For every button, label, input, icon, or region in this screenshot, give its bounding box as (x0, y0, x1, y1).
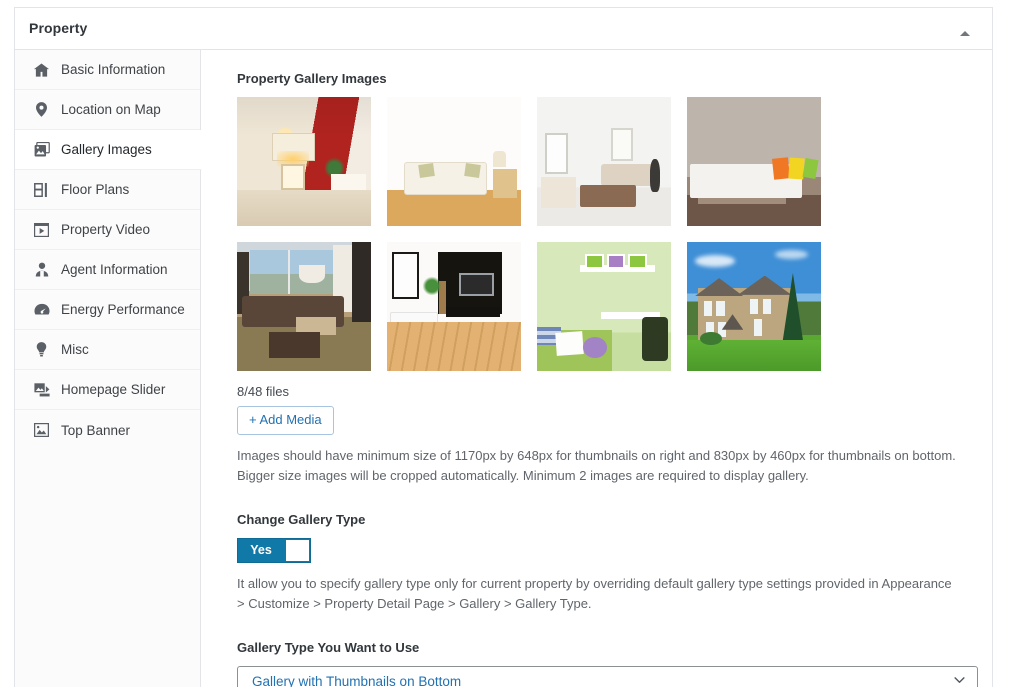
sidebar-item-basic-information[interactable]: Basic Information (15, 50, 200, 90)
gallery-thumbnail[interactable] (687, 242, 821, 371)
thumbnail-image (387, 242, 521, 371)
thumbnail-image (537, 242, 671, 371)
sidebar-item-property-video[interactable]: Property Video (15, 210, 200, 250)
gallery-help-text: Images should have minimum size of 1170p… (237, 447, 956, 483)
sidebar-item-label: Gallery Images (61, 142, 152, 157)
thumbnail-image (687, 97, 821, 226)
gallery-type-select-wrap: Gallery with Thumbnails on Bottom (237, 665, 978, 687)
images-icon (33, 142, 50, 158)
sidebar-item-label: Top Banner (61, 422, 131, 438)
gallery-thumbnail[interactable] (387, 242, 521, 371)
thumbnail-image (387, 97, 521, 226)
thumbnail-image (237, 97, 371, 226)
user-icon (33, 262, 50, 278)
caret-up-icon[interactable] (954, 22, 976, 40)
gallery-type-select[interactable]: Gallery with Thumbnails on Bottom (237, 665, 978, 687)
gallery-images-panel: Property Gallery Images 8/48 files + Add… (202, 50, 992, 687)
add-media-button[interactable]: + Add Media (237, 406, 334, 435)
gallery-thumbnail[interactable] (537, 242, 671, 371)
gallery-images-label: Property Gallery Images (237, 71, 387, 86)
banner-image-icon (33, 422, 50, 438)
sidebar-item-label: Agent Information (61, 262, 168, 277)
sidebar-item-label: Floor Plans (61, 182, 130, 197)
caret-up-glyph (960, 31, 970, 36)
sidebar-item-homepage-slider[interactable]: Homepage Slider (15, 370, 200, 410)
gauge-icon (33, 302, 50, 318)
gallery-thumbnail[interactable] (237, 242, 371, 371)
change-gallery-type-label: Change Gallery Type (237, 511, 366, 527)
sidebar-item-label: Misc (61, 342, 89, 357)
change-gallery-type-toggle[interactable]: Yes (237, 537, 311, 563)
sidebar-item-gallery-images[interactable]: Gallery Images (15, 130, 202, 170)
thumbnail-image (537, 97, 671, 226)
page-title: Property (29, 20, 88, 36)
sidebar-item-agent-information[interactable]: Agent Information (15, 250, 200, 290)
sidebar-item-label: Property Video (61, 222, 151, 237)
sidebar-item-label: Basic Information (61, 62, 166, 77)
sidebar-item-floor-plans[interactable]: Floor Plans (15, 170, 200, 210)
metabox-header: Property (15, 8, 992, 50)
gallery-thumbnail[interactable] (537, 97, 671, 226)
gallery-type-select-label: Gallery Type You Want to Use (237, 639, 420, 655)
toggle-value-label: Yes (250, 542, 272, 557)
gallery-thumbnail-grid (237, 97, 837, 371)
video-icon (33, 222, 50, 238)
sidebar-item-misc[interactable]: Misc (15, 330, 200, 370)
thumbnail-image (687, 242, 821, 371)
sidebar-item-energy-performance[interactable]: Energy Performance (15, 290, 200, 330)
gallery-thumbnail[interactable] (687, 97, 821, 226)
gallery-thumbnail[interactable] (387, 97, 521, 226)
thumbnail-image (237, 242, 371, 371)
property-metabox: Property Basic Information Location on M… (14, 7, 993, 687)
map-pin-icon (33, 102, 50, 118)
floorplan-icon (33, 182, 50, 198)
lightbulb-icon (33, 342, 50, 358)
sidebar-item-label: Energy Performance (61, 302, 185, 317)
slider-icon (33, 382, 50, 398)
toggle-knob (286, 539, 309, 561)
gallery-thumbnail[interactable] (237, 97, 371, 226)
metabox-body: Basic Information Location on Map Galler… (15, 50, 992, 687)
change-gallery-type-help-text: It allow you to specify gallery type onl… (237, 575, 952, 611)
settings-sidebar: Basic Information Location on Map Galler… (15, 50, 202, 687)
sidebar-item-label: Homepage Slider (61, 382, 166, 397)
sidebar-item-location-on-map[interactable]: Location on Map (15, 90, 200, 130)
sidebar-item-top-banner[interactable]: Top Banner (15, 410, 200, 450)
home-icon (33, 62, 50, 78)
sidebar-item-label: Location on Map (61, 102, 161, 117)
files-count: 8/48 files (237, 384, 290, 399)
